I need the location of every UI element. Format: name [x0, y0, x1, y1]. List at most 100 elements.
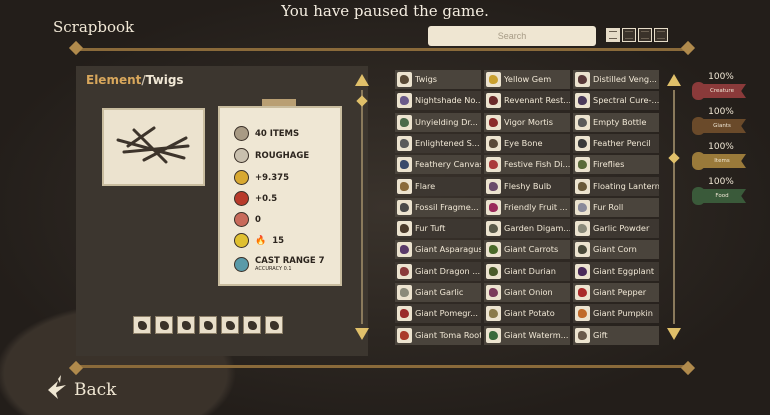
stat-cast-range: CAST RANGE 7 ACCURACY 0.1 — [234, 256, 325, 272]
grid-item[interactable]: Garden Digam... — [484, 219, 570, 239]
item-thumbnail-icon — [575, 114, 590, 130]
grid-item-label: Flare — [415, 180, 436, 191]
grid-item[interactable]: Giant Toma Root — [395, 325, 481, 345]
tab-completion: 100% — [708, 72, 734, 82]
scroll-down-arrow-icon[interactable] — [667, 328, 681, 340]
grid-item[interactable]: Gift — [573, 325, 659, 345]
twigs-icon — [116, 126, 190, 164]
grid-item-label-text: Yellow Gem — [504, 74, 552, 84]
grid-item[interactable]: ElementYellow Gem — [484, 70, 570, 89]
grid-item[interactable]: Nightshade No... — [395, 91, 481, 111]
related-item-slot[interactable] — [133, 316, 151, 334]
grid-item[interactable]: Fleshy Bulb — [484, 176, 570, 196]
back-arrow-icon — [48, 375, 66, 399]
grid-item[interactable]: Feather Pencil — [573, 133, 659, 153]
grid-item[interactable]: Friendly Fruit ... — [484, 197, 570, 217]
grid-item[interactable]: Giant Corn — [573, 240, 659, 260]
related-item-slot[interactable] — [177, 316, 195, 334]
grid-item[interactable]: Giant Onion — [484, 283, 570, 302]
scroll-track[interactable] — [361, 90, 363, 324]
back-button[interactable]: Back — [44, 375, 116, 405]
item-thumbnail-icon — [575, 135, 590, 151]
scroll-up-arrow-icon[interactable] — [355, 74, 369, 86]
grid-item-label: Fur Roll — [593, 201, 624, 212]
back-label: Back — [74, 380, 117, 400]
item-thumbnail-icon — [486, 135, 501, 151]
grid-item[interactable]: Unyielding Dr... — [395, 112, 481, 132]
tab-label: Creature — [698, 84, 746, 98]
item-thumbnail-icon — [397, 157, 412, 173]
grid-item-label: ElementTwigs — [415, 70, 481, 89]
dense-grid-view-icon[interactable] — [654, 28, 668, 42]
grid-item-label: Giant Toma Root — [415, 329, 481, 340]
stat-text: 40 ITEMS — [255, 128, 300, 139]
grid-item[interactable]: Festive Fish Di... — [484, 155, 570, 175]
grid-item[interactable]: Giant Pumpkin — [573, 304, 659, 324]
grid-item[interactable]: Floating Lantern — [573, 176, 659, 196]
health-icon — [234, 191, 249, 206]
tab-label: Giants — [698, 119, 746, 133]
grid-item[interactable]: Revenant Rest... — [484, 91, 570, 111]
grid-item-label: ElementDistilled Veng... — [593, 70, 659, 89]
grid-item[interactable]: Flare — [395, 176, 481, 196]
grid-item[interactable]: Giant Carrots — [484, 240, 570, 260]
grid-item[interactable]: Fireflies — [573, 155, 659, 175]
item-picture — [102, 108, 205, 186]
related-item-slot[interactable] — [265, 316, 283, 334]
item-thumbnail-icon — [575, 72, 590, 87]
grid-item-label: ElementSpectral Cure-... — [593, 91, 659, 110]
scroll-up-arrow-icon[interactable] — [667, 74, 681, 86]
grid-item[interactable]: Fur Tuft — [395, 219, 481, 239]
item-thumbnail-icon — [397, 242, 412, 258]
related-item-slot[interactable] — [155, 316, 173, 334]
grid-item[interactable]: Feathery Canvas — [395, 155, 481, 175]
grid-item[interactable]: Enlightened S... — [395, 133, 481, 153]
related-item-slot[interactable] — [243, 316, 261, 334]
grid-item[interactable]: ElementVigor Mortis — [484, 112, 570, 132]
list-view-icon[interactable] — [606, 28, 620, 42]
grid-item[interactable]: ElementSpectral Cure-... — [573, 91, 659, 111]
grid-item[interactable]: Fur Roll — [573, 197, 659, 217]
grid-item-label: Nightshade No... — [415, 95, 481, 106]
grid-item-label: Garlic Powder — [593, 223, 650, 234]
compact-list-view-icon[interactable] — [622, 28, 636, 42]
grid-item[interactable]: Giant Pepper — [573, 283, 659, 302]
grid-item[interactable]: Garlic Powder — [573, 219, 659, 239]
scroll-down-arrow-icon[interactable] — [355, 328, 369, 340]
grid-view-icon[interactable] — [638, 28, 652, 42]
grid-item-label: Unyielding Dr... — [415, 116, 478, 127]
item-thumbnail-icon — [486, 242, 501, 258]
search-input[interactable]: Search — [428, 26, 596, 46]
related-item-slot[interactable] — [221, 316, 239, 334]
breadcrumb-category[interactable]: Element — [86, 73, 141, 87]
grid-item[interactable]: ElementTwigs — [395, 70, 481, 89]
stat-hunger: +9.375 — [234, 170, 289, 185]
grid-item[interactable]: Giant Pomegr... — [395, 304, 481, 324]
grid-item[interactable]: Empty Bottle — [573, 112, 659, 132]
item-thumbnail-icon — [486, 157, 501, 173]
grid-item-label: Giant Garlic — [415, 287, 464, 297]
grid-item[interactable]: Giant Asparagus — [395, 240, 481, 260]
breadcrumb: Element/Twigs — [86, 73, 184, 87]
grid-item[interactable]: Giant Dragon ... — [395, 261, 481, 281]
grid-item-label: Giant Asparagus — [415, 244, 481, 255]
related-item-slot[interactable] — [199, 316, 217, 334]
grid-item-label-text: Twigs — [415, 74, 438, 84]
grid-item[interactable]: Eye Bone — [484, 133, 570, 153]
item-thumbnail-icon — [397, 285, 412, 300]
grid-item[interactable]: Giant Waterm... — [484, 325, 570, 345]
grid-item[interactable]: Giant Potato — [484, 304, 570, 324]
grid-item[interactable]: Giant Garlic — [395, 283, 481, 302]
grid-item-label: Revenant Rest... — [504, 95, 570, 106]
grid-item[interactable]: Giant Durian — [484, 261, 570, 281]
grid-item-label: Festive Fish Di... — [504, 159, 570, 170]
stat-health: +0.5 — [234, 191, 277, 206]
grid-item[interactable]: Fossil Fragme... — [395, 197, 481, 217]
grid-item-label: Giant Eggplant — [593, 265, 655, 276]
scroll-track[interactable] — [673, 90, 675, 324]
item-thumbnail-icon — [397, 93, 412, 109]
item-thumbnail-icon — [575, 157, 590, 173]
grid-item[interactable]: Giant Eggplant — [573, 261, 659, 281]
grid-item[interactable]: ElementDistilled Veng... — [573, 70, 659, 89]
grid-item-label: Giant Pumpkin — [593, 308, 653, 319]
